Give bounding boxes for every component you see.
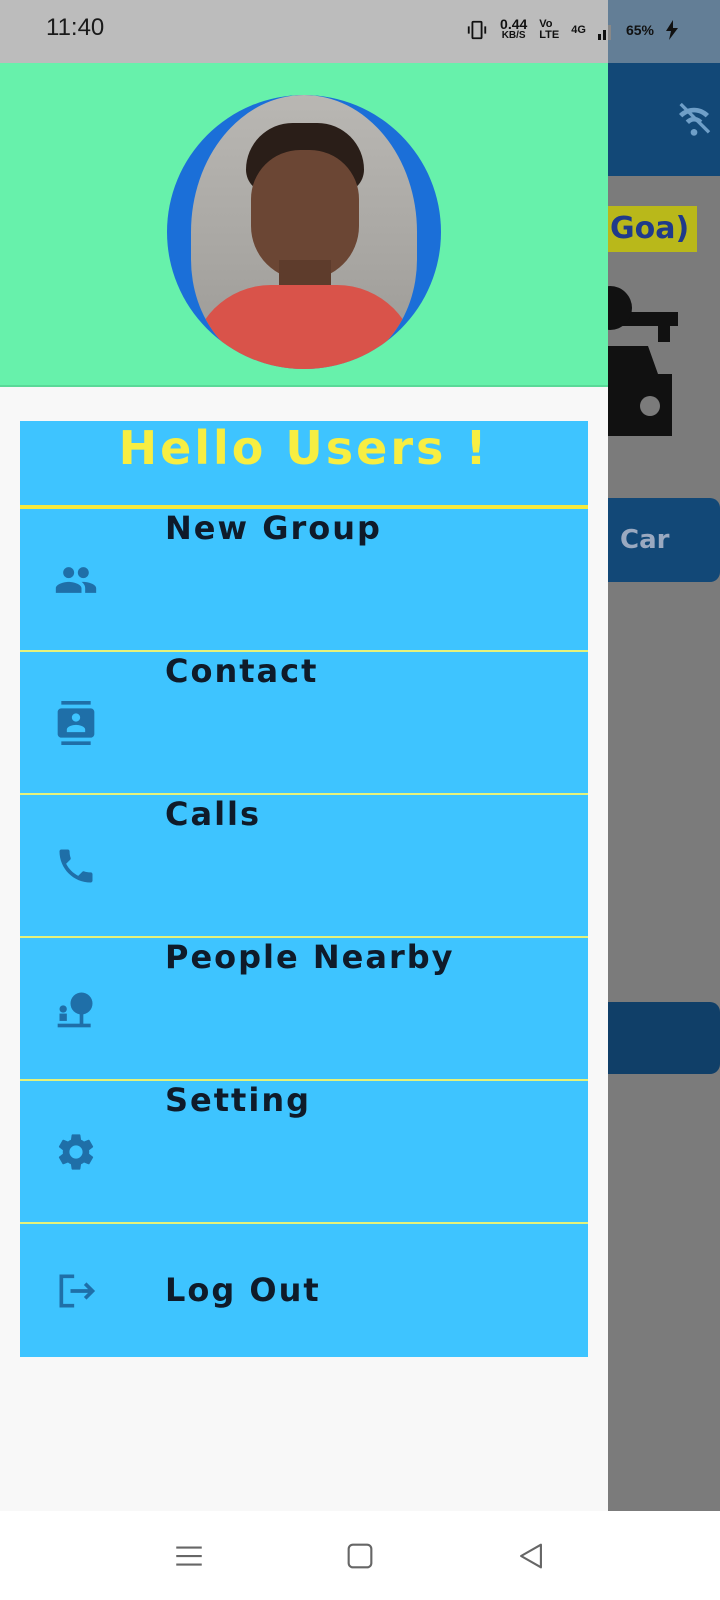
menu-item-new-group[interactable]: New Group: [20, 509, 588, 650]
menu-item-people-nearby[interactable]: People Nearby: [20, 938, 588, 1079]
menu-item-label: Log Out: [165, 1271, 321, 1309]
group-icon: [55, 566, 97, 593]
background-title: Goa): [600, 206, 698, 252]
menu-item-calls[interactable]: Calls: [20, 795, 588, 936]
wifi-off-icon[interactable]: [672, 99, 716, 139]
car-key-icon: [598, 286, 678, 436]
menu-item-log-out[interactable]: Log Out: [20, 1224, 588, 1357]
contact-icon: [57, 700, 95, 745]
vibrate-icon: [467, 20, 487, 40]
phone-icon: [59, 849, 93, 882]
gear-icon: [58, 1133, 94, 1170]
status-time: 11:40: [46, 14, 105, 41]
drawer-title: Hello Users !: [118, 421, 490, 475]
menu-item-setting[interactable]: Setting: [20, 1081, 588, 1222]
profile-photo: [191, 95, 417, 369]
network-type: 4G: [571, 24, 586, 36]
home-icon[interactable]: [343, 1539, 377, 1573]
system-navigation-bar: [0, 1511, 720, 1600]
signal-icon: [597, 25, 611, 40]
back-icon[interactable]: [514, 1539, 548, 1573]
charging-icon: [666, 20, 678, 40]
network-speed: 0.44 KB/S: [500, 16, 528, 41]
menu-icon[interactable]: [172, 1539, 206, 1573]
menu-item-label: People Nearby: [165, 938, 455, 976]
volte-badge: Vo LTE: [539, 18, 560, 41]
avatar[interactable]: [167, 95, 441, 369]
menu-item-contact[interactable]: Contact: [20, 652, 588, 793]
menu-panel: Hello Users ! New Group Contact Calls Pe…: [20, 421, 588, 1357]
header-divider: [0, 385, 608, 387]
menu-item-label: New Group: [165, 509, 382, 547]
menu-item-label: Calls: [165, 795, 262, 833]
navigation-drawer: Hello Users ! New Group Contact Calls Pe…: [0, 63, 608, 1511]
drawer-header: [0, 63, 608, 387]
status-icons: 0.44 KB/S Vo LTE 4G 65%: [466, 16, 678, 42]
menu-item-label: Contact: [165, 652, 319, 690]
logout-icon: [59, 1274, 96, 1307]
menu-item-label: Setting: [165, 1081, 311, 1119]
people-nearby-icon: [57, 992, 93, 1027]
status-bar: 11:40 0.44 KB/S Vo LTE 4G 65%: [0, 0, 720, 63]
battery-level: 65%: [625, 22, 654, 38]
